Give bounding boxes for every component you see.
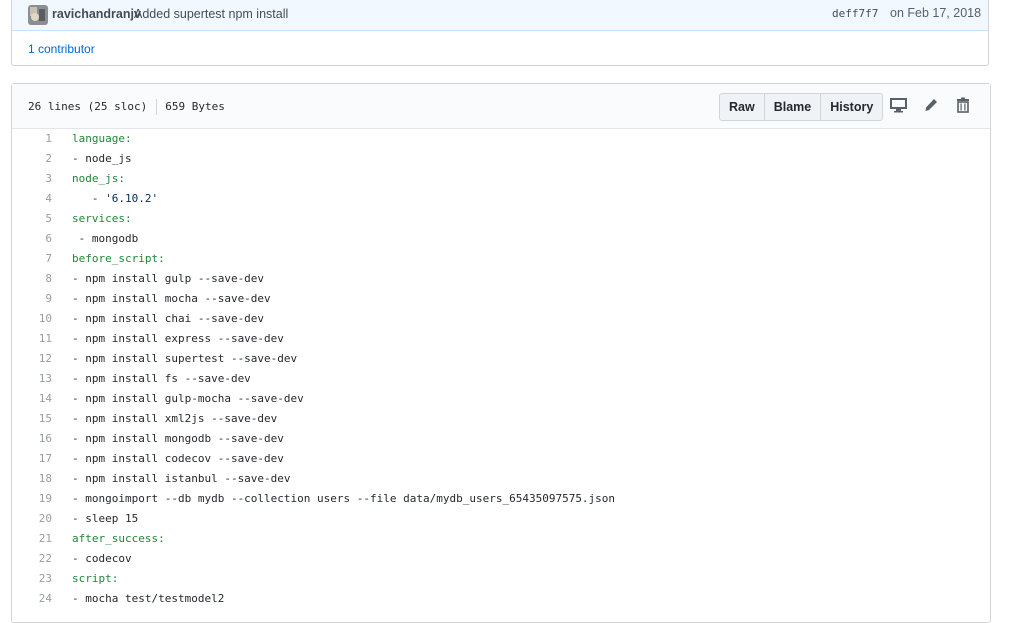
line-number[interactable]: 13 (12, 369, 52, 389)
code-line: 3 node_js: (12, 169, 990, 189)
code-line: 4 - '6.10.2' (12, 189, 990, 209)
line-number[interactable]: 17 (12, 449, 52, 469)
trash-icon[interactable] (956, 97, 974, 115)
line-content: - node_js (72, 152, 132, 165)
line-content: - mongoimport --db mydb --collection use… (72, 492, 616, 505)
commit-date: on Feb 17, 2018 (890, 6, 982, 20)
file-info-divider (156, 99, 158, 115)
line-number[interactable]: 10 (12, 309, 52, 329)
code-line: 18 - npm install istanbul --save-dev (12, 469, 990, 489)
line-number[interactable]: 12 (12, 349, 52, 369)
line-number[interactable]: 5 (12, 209, 52, 229)
code-line: 10 - npm install chai --save-dev (12, 309, 990, 329)
code-line: 19 - mongoimport --db mydb --collection u… (12, 489, 990, 509)
line-number[interactable]: 18 (12, 469, 52, 489)
line-number[interactable]: 11 (12, 329, 52, 349)
code-line: 2 - node_js (12, 149, 990, 169)
line-number[interactable]: 22 (12, 549, 52, 569)
line-content: - sleep 15 (72, 512, 139, 525)
line-number[interactable]: 4 (12, 189, 52, 209)
line-content: services: (72, 212, 132, 225)
code-line: 9 - npm install mocha --save-dev (12, 289, 990, 309)
line-number[interactable]: 23 (12, 569, 52, 589)
file-actions: Raw Blame History (719, 93, 884, 121)
code-line: 23 script: (12, 569, 990, 589)
line-number[interactable]: 20 (12, 509, 52, 529)
line-content: - npm install istanbul --save-dev (72, 472, 291, 485)
line-number[interactable]: 14 (12, 389, 52, 409)
line-content: - npm install supertest --save-dev (72, 352, 298, 365)
desktop-icon[interactable] (890, 97, 908, 115)
line-number[interactable]: 21 (12, 529, 52, 549)
line-content: - npm install gulp --save-dev (72, 272, 265, 285)
code-line: 16 - npm install mongodb --save-dev (12, 429, 990, 449)
line-content: - codecov (72, 552, 132, 565)
code-line: 21 after_success: (12, 529, 990, 549)
line-number[interactable]: 9 (12, 289, 52, 309)
line-content: - npm install express --save-dev (72, 332, 284, 345)
code-line: 13 - npm install fs --save-dev (12, 369, 990, 389)
line-number[interactable]: 7 (12, 249, 52, 269)
code-line: 20 - sleep 15 (12, 509, 990, 529)
line-content: - mocha test/testmodel2 (72, 592, 225, 605)
raw-button[interactable]: Raw (719, 93, 765, 121)
code-line: 1 language: (12, 129, 990, 149)
code-line: 24 - mocha test/testmodel2 (12, 589, 990, 609)
line-number[interactable]: 24 (12, 589, 52, 609)
line-number[interactable]: 2 (12, 149, 52, 169)
line-number[interactable]: 8 (12, 269, 52, 289)
line-number[interactable]: 3 (12, 169, 52, 189)
code-line: 6 - mongodb (12, 229, 990, 249)
contributors-link[interactable]: 1 contributor (28, 42, 95, 56)
code-line: 22 - codecov (12, 549, 990, 569)
code-line: 5 services: (12, 209, 990, 229)
commit-tease: ravichandranjv Added supertest npm insta… (12, 0, 988, 31)
line-content: - npm install xml2js --save-dev (72, 412, 278, 425)
line-content: - npm install mongodb --save-dev (72, 432, 284, 445)
code-line: 14 - npm install gulp-mocha --save-dev (12, 389, 990, 409)
file-info: 26 lines (25 sloc) 659 Bytes (28, 99, 225, 115)
line-number[interactable]: 15 (12, 409, 52, 429)
line-number[interactable]: 1 (12, 129, 52, 149)
code-line: 11 - npm install express --save-dev (12, 329, 990, 349)
blame-button[interactable]: Blame (763, 93, 822, 121)
commit-sha[interactable]: deff7f7 (832, 7, 878, 20)
line-content: before_script: (72, 252, 165, 265)
line-content: after_success: (72, 532, 165, 545)
line-number[interactable]: 19 (12, 489, 52, 509)
line-number[interactable]: 16 (12, 429, 52, 449)
line-content: - npm install fs --save-dev (72, 372, 251, 385)
commit-message[interactable]: Added supertest npm install (134, 7, 288, 21)
line-content: - '6.10.2' (72, 192, 159, 205)
line-content: - npm install codecov --save-dev (72, 452, 284, 465)
line-content: node_js: (72, 172, 125, 185)
code-view: 1 language: 2 - node_js 3 node_js: 4 - '6.10.2… (12, 129, 990, 609)
commit-author[interactable]: ravichandranjv (52, 7, 141, 21)
line-content: language: (72, 132, 132, 145)
avatar[interactable] (28, 5, 48, 25)
file-box: 26 lines (25 sloc) 659 Bytes Raw Blame Hi… (11, 83, 991, 623)
line-content: - npm install mocha --save-dev (72, 292, 271, 305)
line-number[interactable]: 6 (12, 229, 52, 249)
line-content: - npm install gulp-mocha --save-dev (72, 392, 304, 405)
file-header: 26 lines (25 sloc) 659 Bytes Raw Blame Hi… (12, 84, 990, 129)
code-line: 17 - npm install codecov --save-dev (12, 449, 990, 469)
pencil-icon[interactable] (923, 97, 941, 115)
file-size: 659 Bytes (165, 100, 225, 113)
commit-box: ravichandranjv Added supertest npm insta… (11, 0, 989, 66)
line-content: - mongodb (72, 232, 139, 245)
code-line: 12 - npm install supertest --save-dev (12, 349, 990, 369)
file-lines-info: 26 lines (25 sloc) (28, 100, 148, 113)
history-button[interactable]: History (820, 93, 884, 121)
code-line: 7 before_script: (12, 249, 990, 269)
code-line: 8 - npm install gulp --save-dev (12, 269, 990, 289)
line-content: script: (72, 572, 119, 585)
line-content: - npm install chai --save-dev (72, 312, 265, 325)
code-line: 15 - npm install xml2js --save-dev (12, 409, 990, 429)
